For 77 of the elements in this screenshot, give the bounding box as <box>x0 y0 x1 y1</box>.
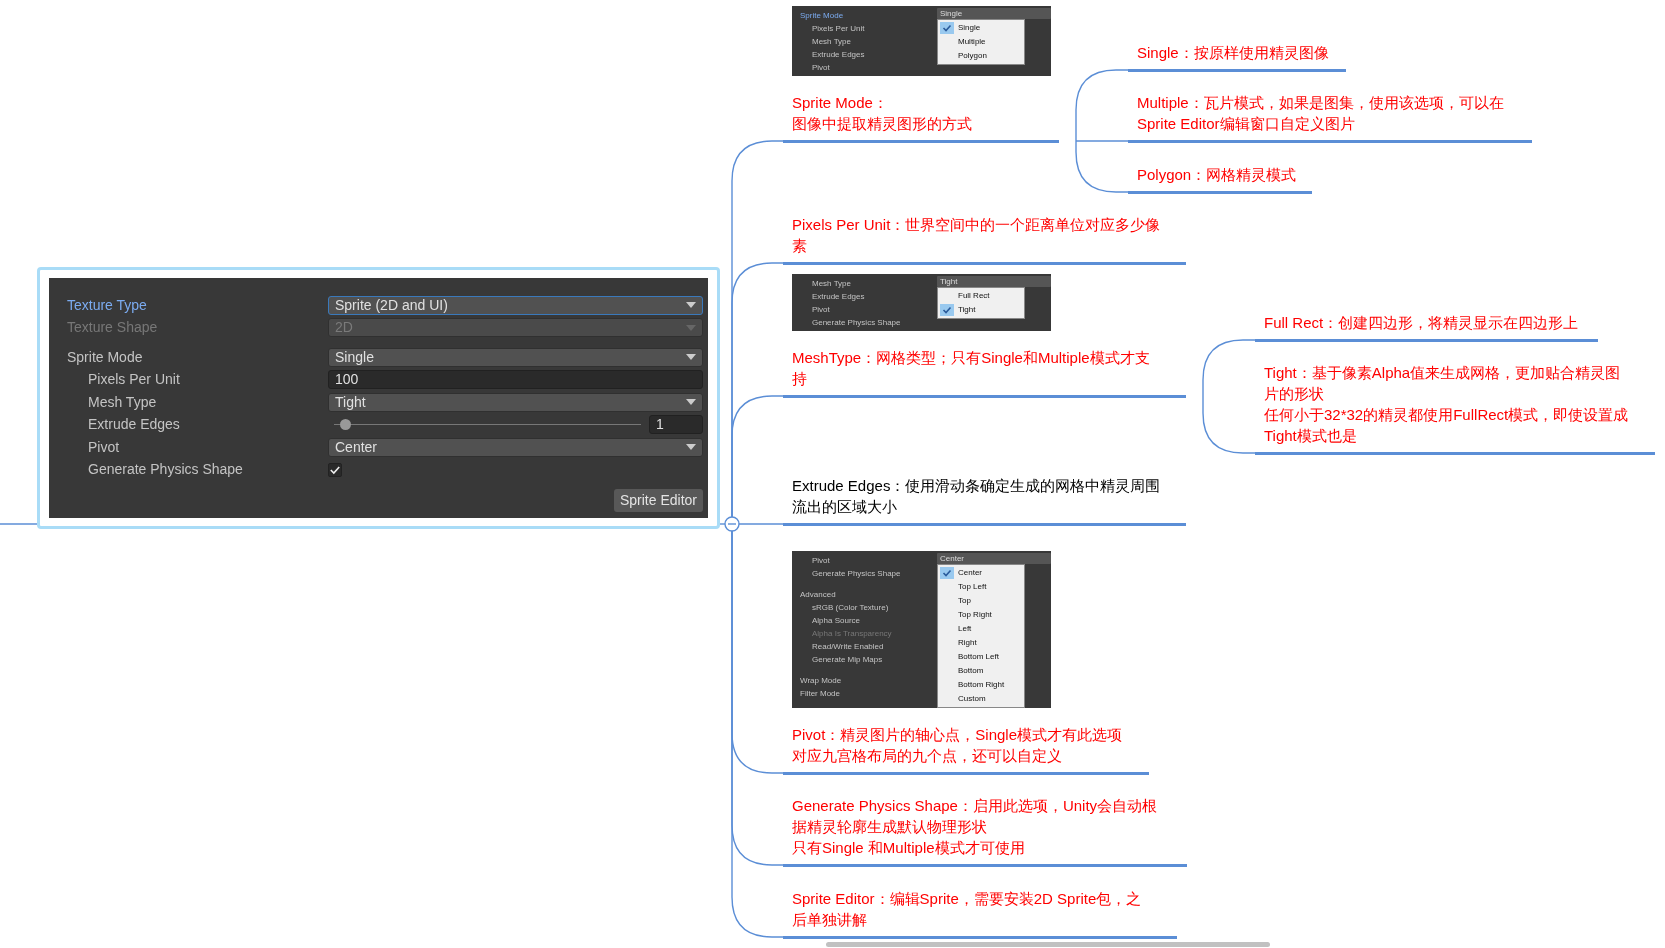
number-field[interactable]: 1 <box>649 415 703 434</box>
topic-text: Tight：基于像素Alpha值来生成网格，更加贴合精灵图 片的形状 任何小于32*32的精灵都使用FullRect模式，即使设置成 Tight模式也是 <box>1264 362 1629 446</box>
dropdown[interactable]: Tight <box>328 392 703 412</box>
field-label: Pivot <box>811 554 831 567</box>
topic-text: Extrude Edges：使用滑动条确定生成的网格中精灵周围 流出的区域大小 <box>792 475 1161 517</box>
topic-text: Generate Physics Shape：启用此选项，Unity会自动根 据精灵轮廓生成默认物理形状 只有Single 和Multiple模式才可使用 <box>792 795 1158 858</box>
field-label: Texture Shape <box>67 318 159 337</box>
checkbox[interactable] <box>328 462 342 477</box>
field-label: Extrude Edges <box>811 48 866 61</box>
caret-icon <box>686 354 696 360</box>
dropdown[interactable]: Tight <box>937 275 1051 287</box>
topic-text: Pivot：精灵图片的轴心点，Single模式才有此选项 对应九宫格布局的九个点，还可以自定义 <box>792 724 1123 766</box>
field-label: Texture Type <box>67 295 148 315</box>
menu-item[interactable]: Full Rect <box>938 288 1024 303</box>
field-label: sRGB (Color Texture) <box>811 601 890 614</box>
field-label: Filter Mode <box>800 687 841 700</box>
dropdown[interactable]: Center <box>937 552 1051 564</box>
menu-item[interactable]: Right <box>938 635 1024 650</box>
connector-line <box>0 523 38 525</box>
field-label: Generate Physics Shape <box>88 460 244 479</box>
field-label: Generate Physics Shape <box>811 567 902 580</box>
menu-item[interactable]: Multiple <box>938 34 1024 49</box>
slider-thumb[interactable] <box>340 419 352 430</box>
check-icon <box>942 567 952 578</box>
field-label: Generate Physics Shape <box>811 316 902 329</box>
connector-line <box>719 523 726 525</box>
topic-text: Polygon：网格精灵模式 <box>1137 164 1297 185</box>
dropdown[interactable]: Center <box>328 437 703 457</box>
field-label: Mesh Type <box>88 392 158 412</box>
field-label: Mesh Type <box>811 35 852 48</box>
dropdown[interactable]: Single <box>937 7 1051 19</box>
menu-item[interactable]: Top Right <box>938 607 1024 622</box>
number-field[interactable]: 100 <box>328 370 703 389</box>
menu-item[interactable]: Custom <box>938 691 1024 706</box>
topic-text: Pixels Per Unit：世界空间中的一个距离单位对应多少像 素 <box>792 214 1161 256</box>
menu-item[interactable]: Top Left <box>938 579 1024 594</box>
caret-icon <box>686 324 696 331</box>
menu-item[interactable]: Center <box>938 565 1024 580</box>
check-icon <box>942 22 952 33</box>
caret-icon <box>686 399 696 405</box>
dropdown[interactable]: Single <box>328 347 703 367</box>
menu-item[interactable]: Polygon <box>938 48 1024 63</box>
field-label: Sprite Mode <box>800 9 845 22</box>
field-label: Advanced <box>800 588 837 601</box>
menu-item[interactable]: Bottom Right <box>938 677 1024 692</box>
field-label: Mesh Type <box>811 277 852 290</box>
menu-item[interactable]: Top <box>938 593 1024 608</box>
check-icon <box>942 304 952 315</box>
topic-text: Multiple：瓦片模式，如果是图集，使用该选项，可以在 Sprite Editor编辑窗口自定义图片 <box>1137 92 1504 134</box>
menu-item[interactable]: Tight <box>938 302 1024 317</box>
field-label: Pivot <box>811 303 831 316</box>
menu-item[interactable]: Single <box>938 20 1024 35</box>
field-label: Alpha Source <box>811 614 862 627</box>
menu-item[interactable]: Bottom <box>938 663 1024 678</box>
field-label: Extrude Edges <box>88 415 181 434</box>
field-label: Pixels Per Unit <box>88 370 181 389</box>
scrollbar[interactable] <box>826 942 1270 947</box>
field-label: Generate Mip Maps <box>811 653 884 666</box>
collapse-icon[interactable] <box>724 516 740 532</box>
field-label: Pivot <box>88 437 121 457</box>
sprite-editor-button[interactable]: Sprite Editor <box>613 489 703 512</box>
menu-item[interactable]: Left <box>938 621 1024 636</box>
topic-text: Single：按原样使用精灵图像 <box>1137 42 1329 63</box>
dropdown[interactable]: Sprite (2D and UI) <box>328 295 703 315</box>
field-label: Pivot <box>811 61 831 74</box>
topic-text: Sprite Editor：编辑Sprite，需要安装2D Sprite包，之 后单独讲解 <box>792 888 1142 930</box>
field-label: Pixels Per Unit <box>811 22 866 35</box>
menu-item[interactable]: Bottom Left <box>938 649 1024 664</box>
field-label: Wrap Mode <box>800 674 843 687</box>
field-label: Extrude Edges <box>811 290 866 303</box>
topic-text: Sprite Mode： 图像中提取精灵图形的方式 <box>792 92 972 134</box>
topic-text: Full Rect：创建四边形，将精灵显示在四边形上 <box>1264 312 1579 333</box>
field-label: Sprite Mode <box>67 347 144 367</box>
field-label: Read/Write Enabled <box>811 640 885 653</box>
topic-text: MeshType：网格类型；只有Single和Multiple模式才支 持 <box>792 347 1150 389</box>
caret-icon <box>686 302 696 308</box>
caret-icon <box>686 444 696 450</box>
